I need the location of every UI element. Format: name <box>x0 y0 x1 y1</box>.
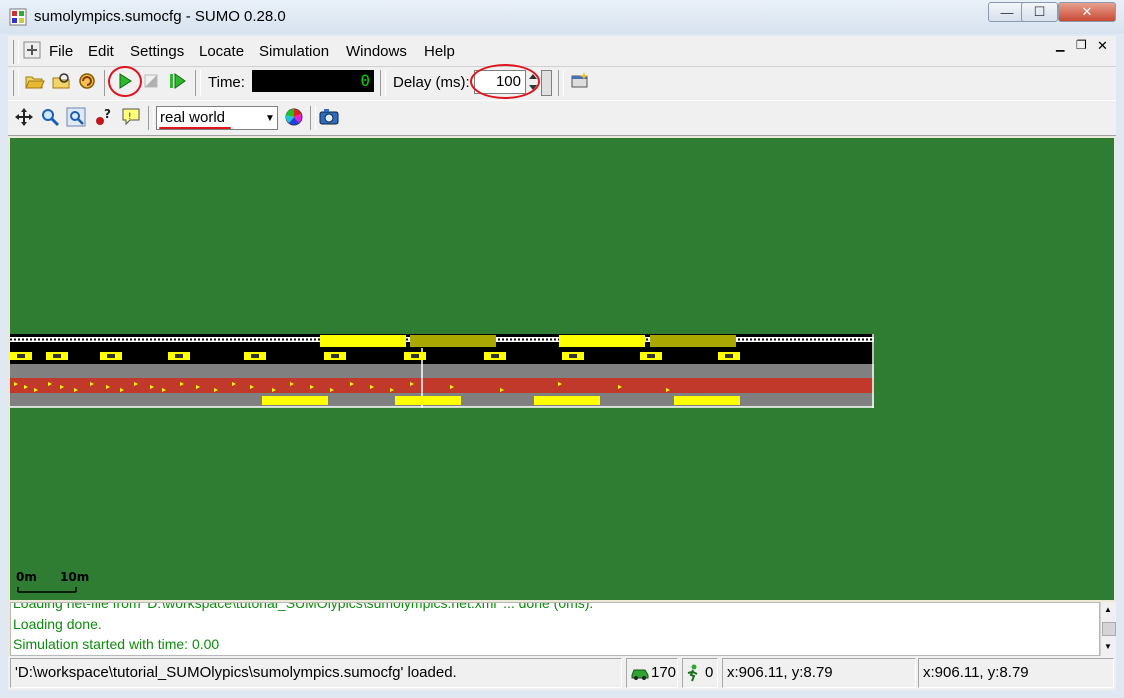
zoom-icon[interactable] <box>39 106 61 128</box>
close-window-button[interactable]: ✕ <box>1058 2 1116 22</box>
scroll-up-icon[interactable]: ▲ <box>1104 605 1112 614</box>
open-folder-icon[interactable] <box>23 70 45 92</box>
train-car <box>320 335 406 347</box>
menu-file[interactable]: File <box>49 43 73 60</box>
car-window <box>53 354 61 358</box>
time-display: 0 <box>252 70 374 92</box>
network-view <box>10 334 874 593</box>
toolbar-separator <box>148 106 154 130</box>
car-window <box>647 354 655 358</box>
toolbar-separator <box>195 70 201 96</box>
sumo-app-icon <box>9 8 27 26</box>
new-view-icon[interactable] <box>569 70 591 92</box>
scale-label-start: 0m <box>16 570 37 584</box>
menu-settings[interactable]: Settings <box>130 43 184 60</box>
person-count-box[interactable]: 0 <box>682 658 718 688</box>
stop-icon[interactable] <box>140 70 162 92</box>
menu-locate[interactable]: Locate <box>199 43 244 60</box>
toolbar-separator <box>310 106 316 130</box>
car-icon <box>631 669 649 680</box>
annotation-circle-delay <box>470 64 540 99</box>
train-car <box>410 335 496 347</box>
menu-grip <box>13 40 19 64</box>
mdi-minimize-button[interactable]: ▁ <box>1056 39 1064 52</box>
annotation-circle-play <box>108 66 142 97</box>
time-label: Time: <box>208 74 245 91</box>
bike-lane <box>10 378 874 393</box>
toolbar-grip <box>13 70 19 96</box>
vehicle-count: 170 <box>651 664 677 681</box>
bus <box>262 396 328 405</box>
menu-edit[interactable]: Edit <box>88 43 114 60</box>
vehicle-count-box[interactable]: 170 <box>626 658 678 688</box>
sumo-menu-icon[interactable] <box>23 41 41 59</box>
road-network <box>10 334 874 408</box>
scroll-thumb[interactable] <box>1102 622 1116 636</box>
locate-icon[interactable] <box>65 106 87 128</box>
window-title: sumolympics.sumocfg - SUMO 0.28.0 <box>34 8 286 25</box>
car-window <box>569 354 577 358</box>
car-window <box>331 354 339 358</box>
bus <box>395 396 461 405</box>
toolbar-separator <box>558 70 564 96</box>
car-window <box>251 354 259 358</box>
car-lane <box>10 348 874 364</box>
menu-simulation[interactable]: Simulation <box>259 43 329 60</box>
reload-icon[interactable] <box>50 70 72 92</box>
person-icon <box>687 664 698 682</box>
car-window <box>17 354 25 358</box>
bus <box>674 396 740 405</box>
delay-label: Delay (ms): <box>393 74 470 91</box>
reload-network-icon[interactable] <box>76 70 98 92</box>
recenter-icon[interactable] <box>13 106 35 128</box>
query-icon[interactable]: ? <box>92 106 114 128</box>
status-message: 'D:\workspace\tutorial_SUMOlypics\sumoly… <box>10 658 622 688</box>
train-car <box>559 335 645 347</box>
log-line: Simulation started with time: 0.00 <box>13 636 220 652</box>
menu-help[interactable]: Help <box>424 43 455 60</box>
mdi-restore-button[interactable]: ❐ <box>1076 38 1087 52</box>
car-window <box>411 354 419 358</box>
message-log[interactable]: Loading net-file from 'D:\workspace\tuto… <box>10 602 1100 656</box>
log-line: Loading net-file from 'D:\workspace\tuto… <box>13 602 594 611</box>
cursor-coordinates: x:906.11, y:8.79 <box>722 658 916 688</box>
color-wheel-icon[interactable] <box>283 106 305 128</box>
log-scrollbar[interactable]: ▲ ▼ <box>1100 602 1116 656</box>
screenshot-icon[interactable] <box>318 106 340 128</box>
svg-text:?: ? <box>104 107 111 121</box>
simulation-canvas[interactable]: 0m 10m <box>10 138 1114 600</box>
bus <box>534 396 600 405</box>
car-window <box>725 354 733 358</box>
person-count: 0 <box>705 664 714 681</box>
step-icon[interactable] <box>166 70 188 92</box>
menu-windows[interactable]: Windows <box>346 43 407 60</box>
sidewalk-lane <box>10 364 874 378</box>
chevron-down-icon[interactable]: ▼ <box>262 106 278 130</box>
car-window <box>491 354 499 358</box>
car-window <box>107 354 115 358</box>
mdi-close-button[interactable]: ✕ <box>1097 38 1108 54</box>
annotation-underline-scheme <box>159 127 231 129</box>
scroll-down-icon[interactable]: ▼ <box>1104 642 1112 651</box>
scale-label-end: 10m <box>60 570 90 584</box>
toolbar-separator <box>380 70 386 96</box>
train-car <box>650 335 736 347</box>
log-line: Loading done. <box>13 616 102 632</box>
tooltip-icon[interactable]: ! <box>120 106 142 128</box>
maximize-window-button[interactable]: ☐ <box>1021 2 1058 22</box>
scale-bar <box>17 587 77 593</box>
delay-slider[interactable] <box>541 70 552 96</box>
svg-text:!: ! <box>128 112 132 122</box>
car-window <box>175 354 183 358</box>
cursor-geo-coordinates: x:906.11, y:8.79 <box>918 658 1114 688</box>
